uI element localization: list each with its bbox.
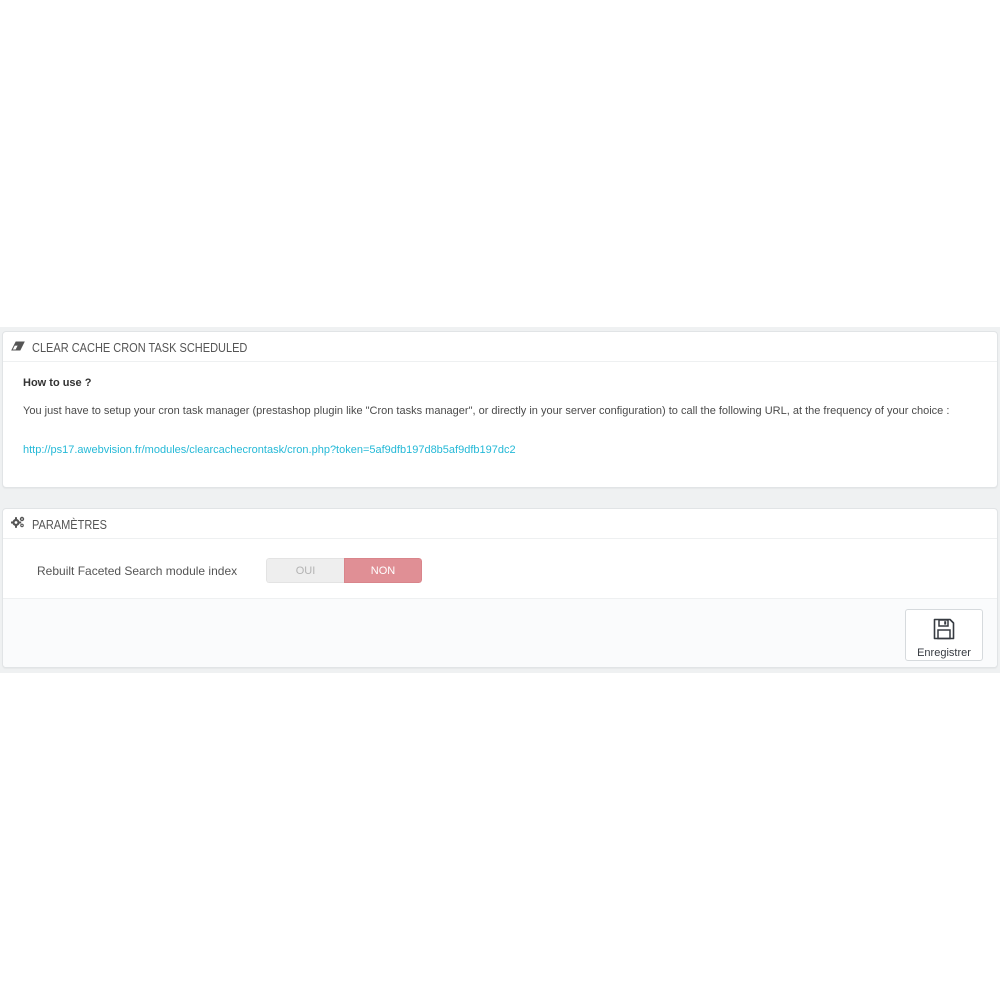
toggle-non-option[interactable]: NON <box>344 558 422 583</box>
cron-task-panel: CLEAR CACHE CRON TASK SCHEDULED How to u… <box>2 331 998 488</box>
settings-panel-title: PARAMÈTRES <box>32 517 108 532</box>
faceted-search-label: Rebuilt Faceted Search module index <box>37 564 238 578</box>
toggle-oui-option[interactable]: OUI <box>266 558 344 583</box>
cron-instructions-text: You just have to setup your cron task ma… <box>23 405 950 417</box>
cron-url-link[interactable]: http://ps17.awebvision.fr/modules/clearc… <box>23 444 516 456</box>
faceted-search-toggle[interactable]: OUI NON <box>266 558 422 583</box>
settings-panel-footer: Enregistrer <box>3 598 997 667</box>
settings-panel: PARAMÈTRES Rebuilt Faceted Search module… <box>2 508 998 668</box>
how-to-use-title: How to use ? <box>23 377 92 389</box>
settings-panel-heading: PARAMÈTRES <box>3 509 997 539</box>
floppy-disk-icon <box>906 617 982 646</box>
eraser-icon <box>11 332 25 362</box>
cron-panel-title: CLEAR CACHE CRON TASK SCHEDULED <box>32 340 248 355</box>
save-button[interactable]: Enregistrer <box>905 609 983 661</box>
cron-panel-heading: CLEAR CACHE CRON TASK SCHEDULED <box>3 332 997 362</box>
save-button-label: Enregistrer <box>917 647 971 659</box>
cogs-icon <box>10 509 25 539</box>
page: CLEAR CACHE CRON TASK SCHEDULED How to u… <box>0 0 1000 1000</box>
